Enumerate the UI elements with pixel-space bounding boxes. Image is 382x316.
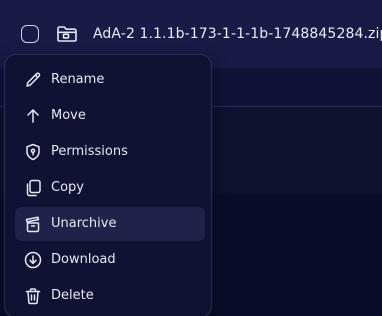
context-menu: Rename Move Permissions Copy Unarchive D… — [4, 54, 212, 316]
menu-item-copy[interactable]: Copy — [15, 171, 205, 205]
menu-item-label: Copy — [51, 180, 84, 195]
menu-item-label: Rename — [51, 72, 105, 87]
menu-item-label: Delete — [51, 288, 94, 303]
menu-item-label: Download — [51, 252, 116, 267]
row-checkbox[interactable] — [21, 25, 39, 43]
trash-icon — [23, 286, 43, 306]
menu-item-permissions[interactable]: Permissions — [15, 135, 205, 169]
unarchive-icon — [23, 214, 43, 234]
menu-item-label: Permissions — [51, 144, 128, 159]
menu-item-move[interactable]: Move — [15, 99, 205, 133]
menu-item-label: Move — [51, 108, 86, 123]
menu-item-unarchive[interactable]: Unarchive — [15, 207, 205, 241]
shield-icon — [23, 142, 43, 162]
arrow-up-icon — [23, 106, 43, 126]
menu-item-rename[interactable]: Rename — [15, 63, 205, 97]
menu-item-delete[interactable]: Delete — [15, 279, 205, 313]
file-manager-view: AdA-2 1.1.1b-173-1-1-1b-1748845284.zip R… — [0, 0, 382, 316]
menu-item-download[interactable]: Download — [15, 243, 205, 277]
archive-folder-icon — [56, 24, 78, 44]
download-icon — [23, 250, 43, 270]
copy-icon — [23, 178, 43, 198]
file-name[interactable]: AdA-2 1.1.1b-173-1-1-1b-1748845284.zip — [93, 24, 382, 44]
menu-item-label: Unarchive — [51, 216, 117, 231]
pencil-icon — [23, 70, 43, 90]
